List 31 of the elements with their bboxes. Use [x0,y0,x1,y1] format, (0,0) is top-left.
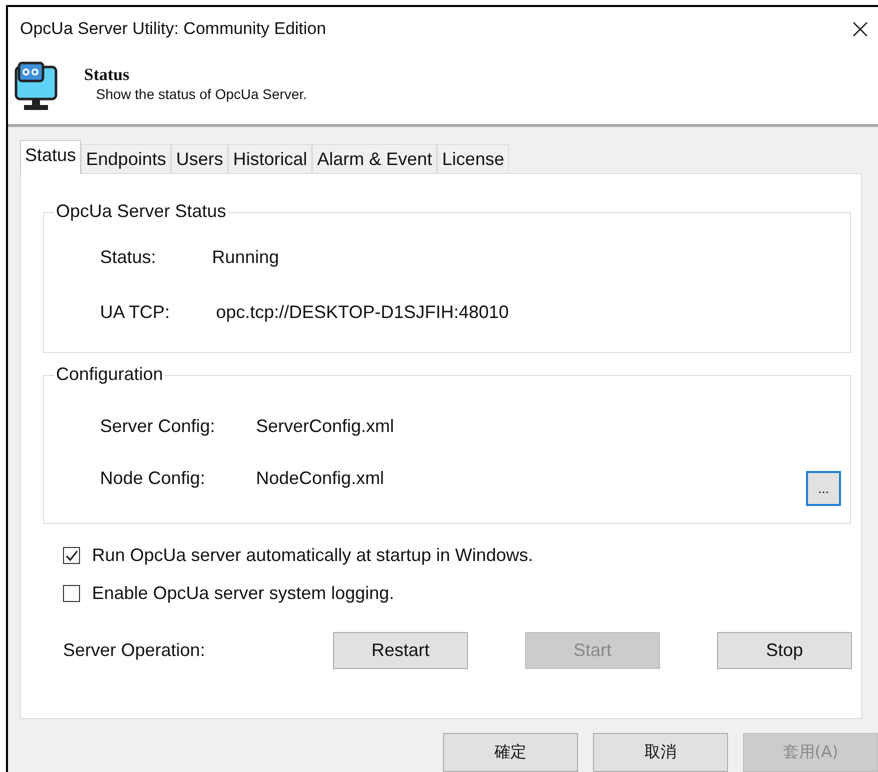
checkbox[interactable] [63,546,80,564]
group-title: Configuration [54,364,166,385]
operation-button[interactable]: Restart [333,632,468,669]
field-value: ServerConfig.xml [256,416,394,437]
monitor-icon [14,60,58,113]
dialog-button[interactable]: 確定 [443,733,578,772]
field-value: opc.tcp://DESKTOP-D1SJFIH:48010 [216,302,509,323]
tab[interactable]: License [437,144,510,173]
window-title: OpcUa Server Utility: Community Edition [20,18,326,39]
field-label: UA TCP: [100,302,171,323]
field-value: NodeConfig.xml [256,468,384,489]
checkbox-label: Run OpcUa server automatically at startup in Windows. [92,544,534,566]
field-label: Status: [100,247,158,268]
tab[interactable]: Alarm & Event [312,144,438,173]
tab[interactable]: Users [171,144,228,173]
field-label: Server Config: [100,416,216,437]
close-button[interactable]: × [840,12,878,46]
tab[interactable]: Historical [228,144,312,173]
server-operation-label: Server Operation: [63,640,206,661]
dialog-button[interactable]: 取消 [593,733,728,772]
checkbox-label: Enable OpcUa server system logging. [92,582,394,604]
header-subtitle: Show the status of OpcUa Server. [96,86,307,102]
header-title: Status [84,64,130,85]
tab[interactable]: Endpoints [81,144,172,173]
tab[interactable]: Status [20,140,82,174]
field-value: Running [212,247,280,268]
group-title: OpcUa Server Status [54,201,228,222]
checkbox[interactable] [63,584,80,602]
browse-button[interactable]: ... [806,471,841,506]
field-label: Node Config: [100,468,206,489]
operation-button[interactable]: Stop [717,632,852,669]
